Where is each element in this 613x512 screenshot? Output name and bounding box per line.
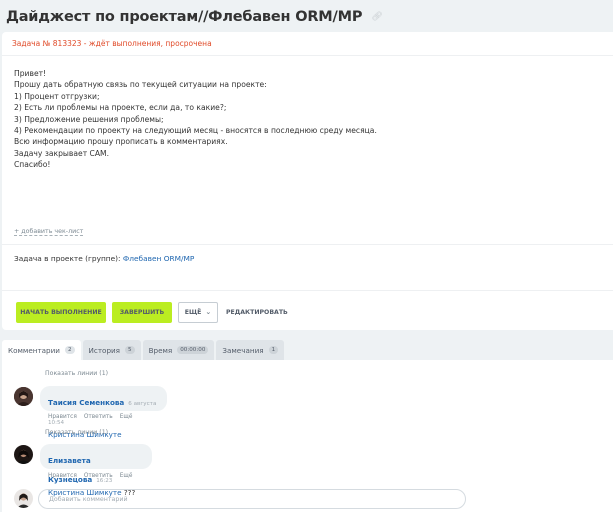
tab-comments[interactable]: Комментарии 2 [2,340,81,360]
tab-count-badge: 00:00:00 [177,346,209,354]
finish-task-button[interactable]: ЗАВЕРШИТЬ [112,301,172,323]
project-label: Задача в проекте (группе): [14,254,121,263]
project-link[interactable]: Флебавен ORM/MP [123,254,194,263]
description-line: 1) Процент отгрузки; [14,91,100,101]
reply-button[interactable]: Ответить [84,414,113,420]
task-description: Привет! Прошу дать обратную связь по тек… [2,56,613,171]
description-line: Привет! [14,69,47,78]
reply-button[interactable]: Ответить [84,473,113,479]
edit-task-button[interactable]: РЕДАКТИРОВАТЬ [226,309,288,316]
current-user-photo-icon [14,489,33,508]
tab-label: История [88,345,121,355]
description-line: Задачу закрывает САМ. [14,148,110,158]
page-title: Дайджест по проектам//Флебавен ORM/MP [6,9,363,25]
avatar[interactable] [14,489,33,508]
user-photo-icon [14,445,33,464]
link-icon[interactable]: 🔗︎ [371,12,382,22]
comment-author[interactable]: Таисия Семенкова [48,398,124,407]
comments-panel: Показать линии (1) Таисия Семенкова 6 авг… [2,360,613,512]
show-more-link[interactable]: Показать линии (1) [45,429,108,436]
more-button[interactable]: ЕЩЁ ⌄ [178,301,218,323]
task-card: Задача № 813323 - ждёт выполнения, проср… [2,32,613,330]
tab-count-badge: 2 [64,346,75,354]
user-photo-icon [14,387,33,406]
add-comment-placeholder: Добавить комментарий [49,495,128,503]
divider [2,244,613,245]
tab-label: Замечания [222,345,264,355]
title-bar: Дайджест по проектам//Флебавен ORM/MP 🔗︎ [0,0,613,30]
like-button[interactable]: Нравится [48,473,77,479]
avatar[interactable] [14,445,33,464]
description-line: Всю информацию прошу прописать в коммент… [14,137,228,147]
show-more-link[interactable]: Показать линии (1) [45,370,108,377]
tab-time[interactable]: Время 00:00:00 [142,340,215,360]
add-checklist-link[interactable]: + добавить чек-лист [14,228,84,236]
description-line: Спасибо! [14,160,51,170]
tab-count-badge: 5 [125,346,135,354]
comment-bubble: Елизавета Кузнецова 16:23 Кристина Шимкут… [40,444,152,497]
start-task-button[interactable]: НАЧАТЬ ВЫПОЛНЕНИЕ [16,301,106,323]
tab-count-badge: 1 [268,346,279,354]
like-button[interactable]: Нравится [48,414,77,420]
description-line: 3) Предложение решения проблемы; [14,114,164,124]
tab-label: Комментарии [8,345,60,355]
divider [2,290,613,291]
comment-bubble: Таисия Семенкова 6 августа 10:54 Кристина… [40,386,167,439]
tab-history[interactable]: История 5 [82,340,141,360]
comment-more-button[interactable]: Ещё [120,414,133,420]
tab-label: Время [148,345,173,355]
comment-actions: Нравится Ответить Ещё [48,414,139,420]
add-comment-input[interactable]: Добавить комментарий [38,489,466,509]
tab-remarks[interactable]: Замечания 1 [216,340,285,360]
comment-header: Елизавета Кузнецова 16:23 [48,448,143,486]
description-line: 4) Рекомендации по проекту на следующий … [14,126,377,136]
comment-actions: Нравится Ответить Ещё [48,473,139,479]
task-tabs: Комментарии 2 История 5 Время 00:00:00 З… [2,340,286,360]
task-status-header: Задача № 813323 - ждёт выполнения, проср… [2,32,613,56]
comment-header: Таисия Семенкова 6 августа 10:54 [48,390,158,428]
task-project-line: Задача в проекте (группе): Флебавен ORM/… [14,254,194,263]
description-line: Прошу дать обратную связь по текущей сит… [14,80,267,90]
avatar[interactable] [14,387,33,406]
comment-author[interactable]: Елизавета Кузнецова [48,456,92,484]
task-actions: НАЧАТЬ ВЫПОЛНЕНИЕ ЗАВЕРШИТЬ ЕЩЁ ⌄ РЕДАКТ… [16,301,288,323]
comment-more-button[interactable]: Ещё [120,473,133,479]
more-button-label: ЕЩЁ [184,308,202,316]
chevron-down-icon: ⌄ [205,308,212,316]
description-line: 2) Есть ли проблемы на проекте, если да,… [14,103,227,113]
